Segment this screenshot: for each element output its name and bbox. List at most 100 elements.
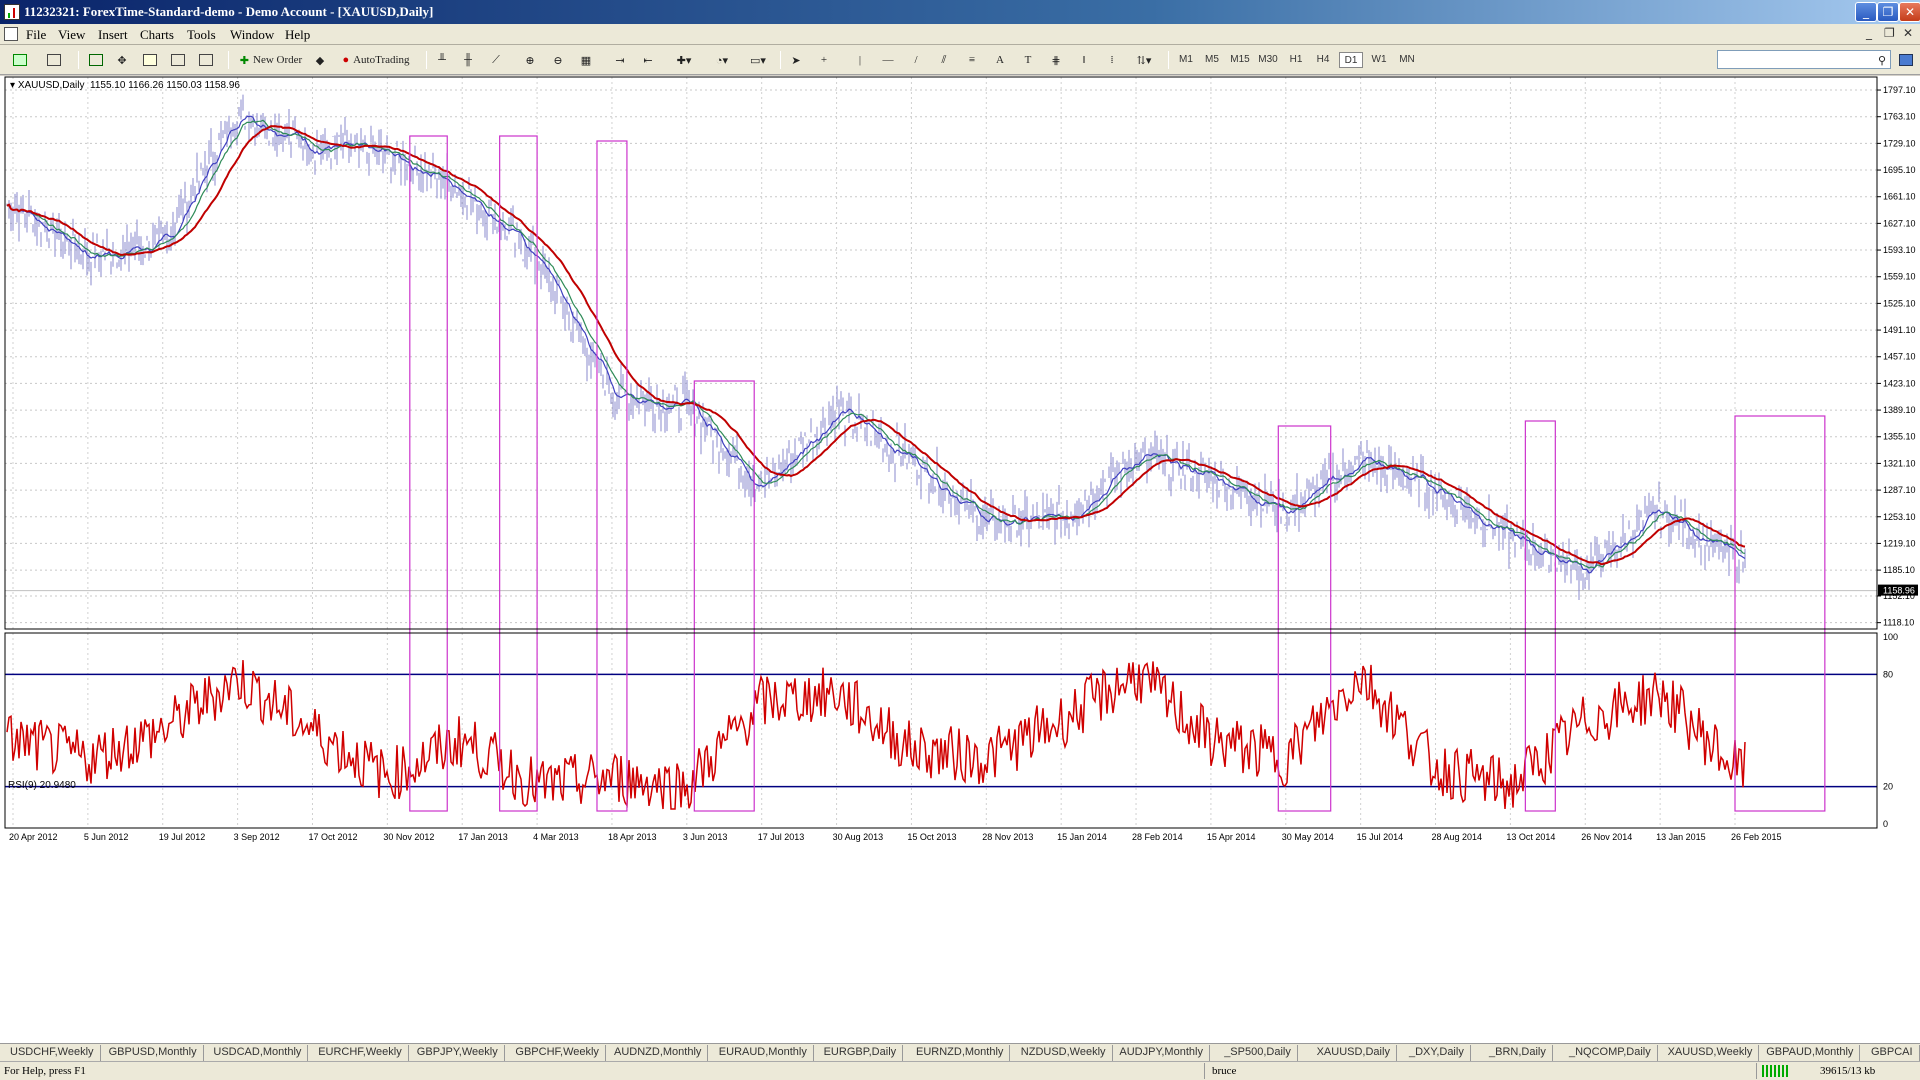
menu-window[interactable]: Window (230, 27, 274, 43)
terminal-icon[interactable] (168, 50, 188, 70)
timeframe-h1[interactable]: H1 (1284, 52, 1308, 68)
menu-view[interactable]: View (58, 27, 85, 43)
vertical-line-icon[interactable]: | (850, 50, 870, 70)
status-profile: bruce (1212, 1065, 1237, 1077)
symbol-tab[interactable]: GBPJPY,Weekly (411, 1045, 505, 1061)
chart-shift-icon[interactable]: ⇥ (610, 50, 630, 70)
profiles-icon[interactable] (44, 50, 64, 70)
symbol-tab[interactable]: GBPAUD,Monthly (1760, 1045, 1861, 1061)
menu-insert[interactable]: Insert (98, 27, 128, 43)
restore-button[interactable]: ❐ (1877, 2, 1899, 22)
new-chart-icon[interactable] (10, 50, 30, 70)
symbol-tab[interactable]: GBPCAI (1865, 1045, 1920, 1061)
crosshair-icon[interactable]: + (814, 50, 834, 70)
date-tick-label: 4 Mar 2013 (533, 832, 579, 842)
community-icon[interactable] (1896, 50, 1916, 70)
symbol-tab[interactable]: XAUUSD,Daily (1311, 1045, 1397, 1061)
timeframe-d1[interactable]: D1 (1339, 52, 1363, 68)
market-watch-icon[interactable] (86, 50, 106, 70)
menu-help[interactable]: Help (285, 27, 310, 43)
status-help: For Help, press F1 (4, 1065, 86, 1077)
trendline-icon[interactable]: / (906, 50, 926, 70)
price-chart[interactable]: 1797.10 1763.10 1729.10 1695.10 1661.10 1627.… (0, 76, 1920, 1044)
arrows-icon[interactable]: ⇅▾ (1134, 50, 1154, 70)
price-tick-label: 1559.10 (1883, 272, 1916, 282)
bar-chart-icon[interactable]: ╨ (432, 50, 452, 70)
channel-icon[interactable]: ⫽ (934, 50, 954, 70)
cursor-icon[interactable]: ➤ (786, 50, 806, 70)
symbol-tab[interactable]: EURNZD,Monthly (910, 1045, 1011, 1061)
fibo-timezones-icon[interactable]: ⁞ (1102, 50, 1122, 70)
candlestick-icon[interactable]: ╫ (458, 50, 478, 70)
timeframe-m15[interactable]: M15 (1228, 52, 1252, 68)
navigator-icon[interactable]: ✥ (112, 50, 132, 70)
fibonacci-icon[interactable]: ≡ (962, 50, 982, 70)
symbol-tab[interactable]: _SP500,Daily (1218, 1045, 1298, 1061)
symbol-tab[interactable]: EURGBP,Daily (818, 1045, 904, 1061)
auto-scroll-icon[interactable]: ⇤ (638, 50, 658, 70)
templates-icon[interactable]: ▭▾ (748, 50, 768, 70)
symbol-tab[interactable]: _DXY,Daily (1403, 1045, 1471, 1061)
symbol-tab[interactable]: AUDJPY,Monthly (1113, 1045, 1210, 1061)
metaeditor-icon[interactable]: ◆ (310, 50, 330, 70)
symbol-tab[interactable]: GBPUSD,Monthly (103, 1045, 204, 1061)
zoom-in-icon[interactable]: ⊕ (520, 50, 540, 70)
date-tick-label: 15 Apr 2014 (1207, 832, 1256, 842)
symbol-tab[interactable]: EURAUD,Monthly (713, 1045, 814, 1061)
timeframe-w1[interactable]: W1 (1367, 52, 1391, 68)
terminal-window: 11232321: ForexTime-Standard-demo - Demo… (0, 0, 1920, 1080)
symbol-tab[interactable]: AUDNZD,Monthly (608, 1045, 709, 1061)
zoom-out-icon[interactable]: ⊖ (548, 50, 568, 70)
chart-window-icon[interactable] (4, 27, 18, 41)
strategy-tester-icon[interactable] (196, 50, 216, 70)
data-window-icon[interactable] (140, 50, 160, 70)
date-tick-label: 3 Jun 2013 (683, 832, 728, 842)
ma-slow-line (6, 125, 1746, 566)
autotrading-button[interactable]: ● AutoTrading (336, 50, 416, 70)
symbol-tab[interactable]: NZDUSD,Weekly (1015, 1045, 1113, 1061)
menu-file[interactable]: File (26, 27, 46, 43)
mdi-restore-icon[interactable]: ❐ (1884, 26, 1895, 40)
window-title: 11232321: ForexTime-Standard-demo - Demo… (24, 4, 434, 19)
indicators-icon[interactable]: ✚▾ (674, 50, 694, 70)
symbol-tab[interactable]: USDCHF,Weekly (4, 1045, 101, 1061)
menu-charts[interactable]: Charts (140, 27, 174, 43)
symbol-tab[interactable]: XAUUSD,Weekly (1662, 1045, 1760, 1061)
symbol-tab[interactable]: EURCHF,Weekly (312, 1045, 409, 1061)
text-label-icon[interactable]: T (1018, 50, 1038, 70)
cycle-lines-icon[interactable]: ‖ (1074, 50, 1094, 70)
mdi-minimize-icon[interactable]: _ (1866, 26, 1872, 40)
price-tick-label: 1661.10 (1883, 192, 1916, 202)
symbol-tab[interactable]: GBPCHF,Weekly (509, 1045, 606, 1061)
rsi-tick-label: 80 (1883, 669, 1893, 679)
search-icon[interactable]: ⚲ (1872, 50, 1892, 70)
new-order-button[interactable]: ✚ New Order (236, 50, 306, 70)
chart-window[interactable]: 1797.10 1763.10 1729.10 1695.10 1661.10 1627.… (0, 76, 1920, 1044)
symbol-label: ▾ XAUUSD,Daily (10, 80, 85, 91)
timeframe-m1[interactable]: M1 (1174, 52, 1198, 68)
date-tick-label: 13 Jan 2015 (1656, 832, 1706, 842)
line-chart-icon[interactable]: ⟋ (486, 50, 506, 70)
text-icon[interactable]: A (990, 50, 1010, 70)
symbol-tab[interactable]: USDCAD,Monthly (207, 1045, 309, 1061)
symbol-tabs: USDCHF,Weekly GBPUSD,Monthly USDCAD,Monthl… (0, 1043, 1920, 1061)
symbol-tab[interactable]: _NQCOMP,Daily (1563, 1045, 1658, 1061)
tile-windows-icon[interactable]: ▦ (576, 50, 596, 70)
close-button[interactable]: ✕ (1899, 2, 1920, 22)
horizontal-line-icon[interactable]: — (878, 50, 898, 70)
timeframe-m5[interactable]: M5 (1200, 52, 1224, 68)
periods-icon[interactable]: ◔▾ (712, 50, 732, 70)
mdi-close-icon[interactable]: ✕ (1903, 26, 1913, 40)
rsi-tick-label: 20 (1883, 782, 1893, 792)
price-tick-label: 1423.10 (1883, 378, 1916, 388)
rsi-tick-label: 0 (1883, 819, 1888, 829)
minimize-button[interactable]: _ (1855, 2, 1877, 22)
timeframe-m30[interactable]: M30 (1256, 52, 1280, 68)
timeframe-mn[interactable]: MN (1395, 52, 1419, 68)
timeframe-h4[interactable]: H4 (1311, 52, 1335, 68)
menu-tools[interactable]: Tools (187, 27, 216, 43)
gann-icon[interactable]: ⋕ (1046, 50, 1066, 70)
title-bar[interactable]: 11232321: ForexTime-Standard-demo - Demo… (0, 0, 1920, 24)
search-input[interactable] (1717, 50, 1891, 69)
symbol-tab[interactable]: _BRN,Daily (1483, 1045, 1553, 1061)
